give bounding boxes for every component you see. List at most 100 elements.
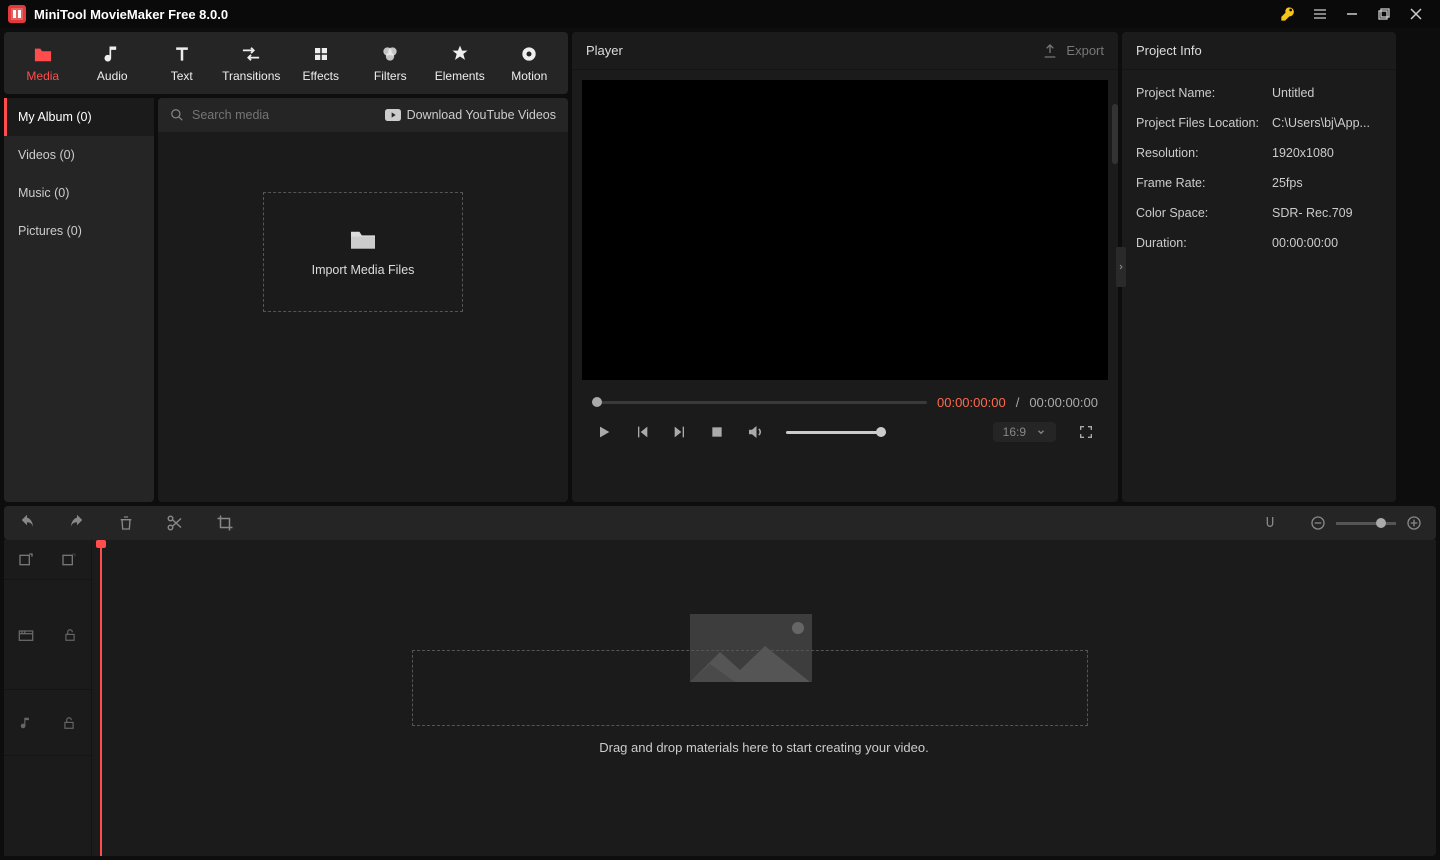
- tab-label: Text: [171, 69, 193, 83]
- tab-transitions[interactable]: Transitions: [217, 32, 287, 94]
- project-info-panel: Project Info Project Name:Untitled Proje…: [1122, 32, 1396, 502]
- timeline-toolbar: [4, 506, 1436, 540]
- project-info-title: Project Info: [1122, 32, 1396, 70]
- timeline-body[interactable]: Drag and drop materials here to start cr…: [92, 540, 1436, 856]
- upgrade-key-icon[interactable]: [1272, 0, 1304, 28]
- info-cs-value: SDR- Rec.709: [1272, 206, 1353, 220]
- zoom-in-button[interactable]: [1406, 515, 1422, 531]
- player-title: Player: [586, 43, 623, 58]
- import-media-dropzone[interactable]: Import Media Files: [263, 192, 463, 312]
- video-preview: [582, 80, 1108, 380]
- volume-slider[interactable]: [786, 431, 886, 434]
- info-res-value: 1920x1080: [1272, 146, 1334, 160]
- media-pane: Download YouTube Videos Import Media Fil…: [158, 98, 568, 502]
- minimize-button[interactable]: [1336, 0, 1368, 28]
- app-logo: [8, 5, 26, 23]
- media-icon: [32, 43, 54, 65]
- effects-icon: [312, 43, 330, 65]
- tab-effects[interactable]: Effects: [286, 32, 356, 94]
- split-button[interactable]: [166, 514, 184, 532]
- lock-icon[interactable]: [63, 627, 77, 643]
- info-dur-value: 00:00:00:00: [1272, 236, 1338, 250]
- text-icon: [172, 43, 192, 65]
- timeline-track-headers: [4, 540, 92, 856]
- tab-label: Motion: [511, 69, 547, 83]
- next-frame-button[interactable]: [672, 424, 688, 440]
- maximize-button[interactable]: [1368, 0, 1400, 28]
- track-header-ruler: [4, 540, 91, 580]
- zoom-out-button[interactable]: [1310, 515, 1326, 531]
- info-name-label: Project Name:: [1136, 86, 1272, 100]
- youtube-link-label: Download YouTube Videos: [407, 108, 556, 122]
- tab-audio[interactable]: Audio: [78, 32, 148, 94]
- sidebar-item-myalbum[interactable]: My Album (0): [4, 98, 154, 136]
- info-loc-label: Project Files Location:: [1136, 116, 1272, 130]
- sidebar-item-label: Videos (0): [18, 148, 75, 162]
- info-cs-label: Color Space:: [1136, 206, 1272, 220]
- player-panel: Player Export 00:00:00:00 / 00:00:00:00: [572, 32, 1118, 502]
- export-button[interactable]: Export: [1042, 43, 1104, 59]
- add-track-icon[interactable]: [18, 552, 34, 568]
- download-youtube-link[interactable]: Download YouTube Videos: [385, 108, 556, 122]
- video-track-icon: [18, 628, 34, 642]
- time-total: 00:00:00:00: [1029, 395, 1098, 410]
- zoom-slider[interactable]: [1336, 522, 1396, 525]
- collapse-handle[interactable]: [1116, 247, 1126, 287]
- volume-button[interactable]: [746, 423, 764, 441]
- sidebar-item-videos[interactable]: Videos (0): [4, 136, 154, 174]
- app-title: MiniTool MovieMaker Free 8.0.0: [34, 7, 228, 22]
- lock-icon[interactable]: [62, 715, 76, 731]
- timeline-drop-strip[interactable]: [412, 650, 1088, 726]
- search-input[interactable]: [192, 108, 353, 122]
- close-button[interactable]: [1400, 0, 1432, 28]
- redo-button[interactable]: [68, 514, 86, 532]
- filters-icon: [380, 43, 400, 65]
- prev-frame-button[interactable]: [634, 424, 650, 440]
- aspect-ratio-select[interactable]: 16:9: [993, 422, 1056, 442]
- play-button[interactable]: [596, 424, 612, 440]
- timeline: Drag and drop materials here to start cr…: [4, 540, 1436, 856]
- tab-text[interactable]: Text: [147, 32, 217, 94]
- volume-thumb[interactable]: [876, 427, 886, 437]
- search-media[interactable]: [170, 108, 377, 122]
- tab-elements[interactable]: Elements: [425, 32, 495, 94]
- scrub-track[interactable]: [592, 401, 927, 404]
- magnet-button[interactable]: [1262, 515, 1278, 531]
- remove-track-icon[interactable]: [61, 552, 77, 568]
- tab-media[interactable]: Media: [8, 32, 78, 94]
- undo-button[interactable]: [18, 514, 36, 532]
- tab-label: Media: [26, 69, 59, 83]
- tab-label: Effects: [303, 69, 339, 83]
- category-tabs: Media Audio Text Transitions Effects Fil…: [4, 32, 568, 94]
- export-icon: [1042, 43, 1058, 59]
- tab-motion[interactable]: Motion: [495, 32, 565, 94]
- info-fps-label: Frame Rate:: [1136, 176, 1272, 190]
- stop-button[interactable]: [710, 425, 724, 439]
- tab-label: Audio: [97, 69, 128, 83]
- zoom-thumb[interactable]: [1376, 518, 1386, 528]
- title-bar: MiniTool MovieMaker Free 8.0.0: [0, 0, 1440, 28]
- timeline-hint: Drag and drop materials here to start cr…: [92, 740, 1436, 755]
- playhead[interactable]: [100, 540, 102, 856]
- delete-button[interactable]: [118, 514, 134, 532]
- sidebar-item-label: Music (0): [18, 186, 69, 200]
- info-fps-value: 25fps: [1272, 176, 1303, 190]
- album-sidebar: My Album (0) Videos (0) Music (0) Pictur…: [4, 98, 154, 502]
- transitions-icon: [240, 43, 262, 65]
- sidebar-item-label: Pictures (0): [18, 224, 82, 238]
- audio-icon: [102, 43, 122, 65]
- preview-scrollbar[interactable]: [1112, 104, 1118, 164]
- menu-icon[interactable]: [1304, 0, 1336, 28]
- sidebar-item-music[interactable]: Music (0): [4, 174, 154, 212]
- sidebar-item-pictures[interactable]: Pictures (0): [4, 212, 154, 250]
- tab-filters[interactable]: Filters: [356, 32, 426, 94]
- time-separator: /: [1016, 395, 1020, 410]
- track-header-video: [4, 580, 91, 690]
- scrub-thumb[interactable]: [592, 397, 602, 407]
- info-loc-value: C:\Users\bj\App...: [1272, 116, 1370, 130]
- youtube-icon: [385, 109, 401, 121]
- track-header-audio: [4, 690, 91, 756]
- crop-button[interactable]: [216, 514, 234, 532]
- chevron-down-icon: [1036, 427, 1046, 437]
- fullscreen-button[interactable]: [1078, 424, 1094, 440]
